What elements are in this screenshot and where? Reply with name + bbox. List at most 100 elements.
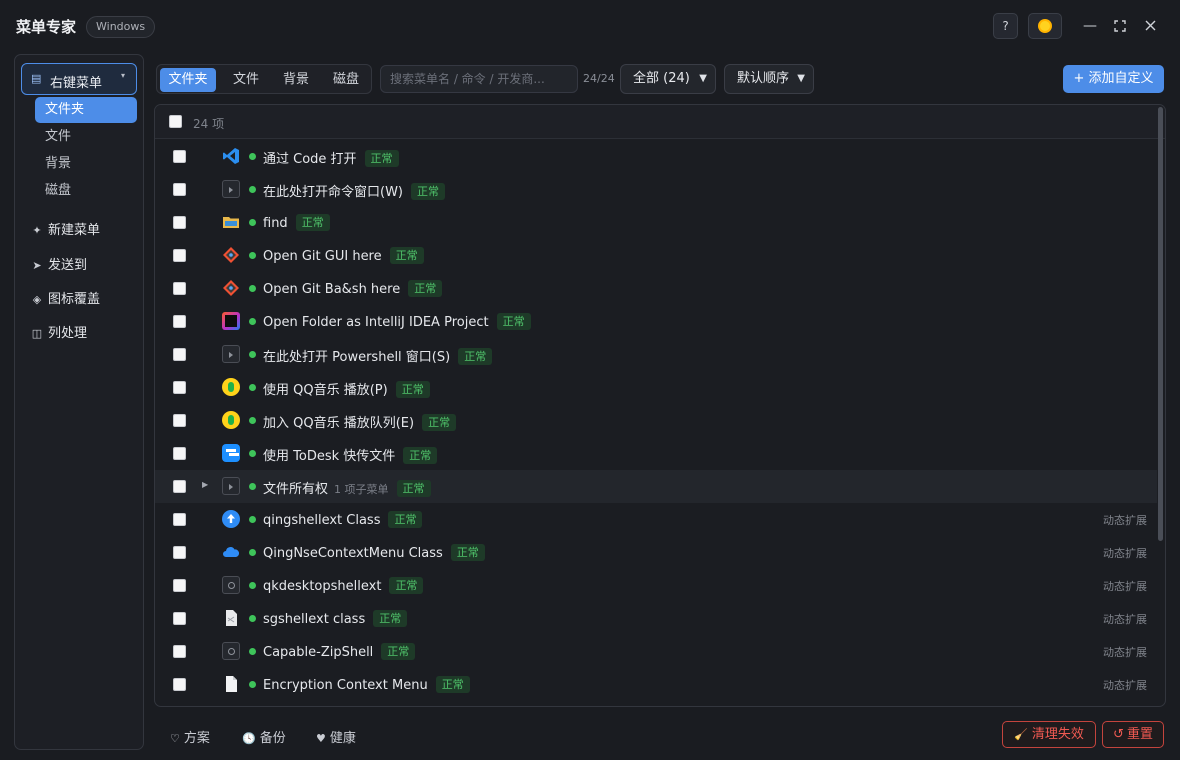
table-row[interactable]: Open Folder as IntelliJ IDEA Project 正常: [155, 305, 1157, 338]
theme-toggle-button[interactable]: [1028, 13, 1062, 39]
maximize-button[interactable]: [1110, 16, 1130, 36]
table-row[interactable]: Open Git GUI here 正常: [155, 239, 1157, 272]
sidebar-item-icon-overlay[interactable]: ◈ 图标覆盖: [31, 288, 100, 308]
row-name: sgshellext class: [263, 612, 366, 627]
status-dot: [249, 186, 256, 193]
filter-select[interactable]: 全部 (24) ▼: [620, 64, 716, 94]
reset-button[interactable]: ↺ 重置: [1102, 721, 1164, 748]
row-checkbox[interactable]: [173, 315, 186, 328]
close-button[interactable]: [1140, 16, 1160, 36]
clean-invalid-button[interactable]: 🧹 清理失效: [1002, 721, 1096, 748]
sidebar-item-send-to[interactable]: ➤ 发送到: [31, 254, 87, 274]
row-checkbox[interactable]: [173, 645, 186, 658]
send-icon: ➤: [32, 259, 42, 272]
menu-list: 24 项 通过 Code 打开 正常 在此处打开命令窗口(W) 正常 find 正常: [154, 104, 1166, 707]
minimize-button[interactable]: —: [1080, 16, 1100, 36]
sort-select[interactable]: 默认顺序 ▼: [724, 64, 814, 94]
intellij-icon: [222, 312, 240, 330]
row-checkbox[interactable]: [173, 612, 186, 625]
sidebar-item-new-menu[interactable]: ✦ 新建菜单: [31, 219, 100, 239]
table-row[interactable]: 使用 ToDesk 快传文件 正常: [155, 437, 1157, 470]
search-input[interactable]: 搜索菜单名 / 命令 / 开发商...: [380, 65, 578, 93]
minimize-icon: —: [1083, 18, 1097, 34]
status-dot: [249, 153, 256, 160]
dynamic-extension-tag: 动态扩展: [1103, 514, 1147, 527]
sidebar-item-label: 右键菜单: [50, 76, 103, 91]
table-row[interactable]: qingshellext Class 正常 动态扩展: [155, 503, 1157, 536]
help-button[interactable]: ?: [993, 13, 1018, 39]
sidebar-sub-disk[interactable]: 磁盘: [35, 178, 137, 204]
row-checkbox[interactable]: [173, 183, 186, 196]
footer-label: 方案: [183, 731, 210, 746]
status-dot: [249, 285, 256, 292]
row-name: Capable-ZipShell: [263, 645, 374, 660]
sidebar: ▤ 右键菜单 ▾ 文件夹 文件 背景 磁盘 ✦ 新建菜单 ➤ 发送到 ◈ 图标覆盖 ◫…: [14, 54, 144, 750]
status-badge: 正常: [408, 280, 443, 297]
row-checkbox[interactable]: [173, 216, 186, 229]
status-badge: 正常: [403, 447, 438, 464]
dynamic-extension-tag: 动态扩展: [1103, 613, 1147, 626]
add-custom-button[interactable]: + 添加自定义: [1063, 65, 1164, 93]
row-checkbox[interactable]: [173, 381, 186, 394]
row-name: qkdesktopshellext: [263, 579, 382, 594]
status-dot: [249, 417, 256, 424]
upload-cloud-icon: [222, 510, 240, 528]
sidebar-item-label: 图标覆盖: [48, 292, 101, 307]
table-row[interactable]: ▶ 文件所有权 1 项子菜单 正常: [155, 470, 1157, 503]
table-row[interactable]: QingNseContextMenu Class 正常 动态扩展: [155, 536, 1157, 569]
table-row[interactable]: Open Git Ba&sh here 正常: [155, 272, 1157, 305]
tab-background[interactable]: 背景: [270, 68, 322, 92]
row-name: 在此处打开命令窗口(W): [263, 185, 403, 200]
row-checkbox[interactable]: [173, 150, 186, 163]
table-row[interactable]: 加入 QQ音乐 播放队列(E) 正常: [155, 404, 1157, 437]
list-scrollbar[interactable]: [1158, 107, 1163, 541]
sidebar-item-label: 新建菜单: [48, 223, 101, 238]
dynamic-extension-tag: 动态扩展: [1103, 547, 1147, 560]
expand-arrow-icon[interactable]: ▶: [202, 480, 208, 489]
row-checkbox[interactable]: [173, 480, 186, 493]
table-row[interactable]: Encryption Context Menu 正常 动态扩展: [155, 668, 1157, 701]
row-checkbox[interactable]: [173, 546, 186, 559]
sidebar-item-columns[interactable]: ◫ 列处理: [31, 322, 87, 342]
table-row[interactable]: find 正常: [155, 206, 1157, 239]
list-icon: ▤: [31, 72, 42, 85]
tab-folder[interactable]: 文件夹: [160, 68, 216, 92]
table-row[interactable]: qkdesktopshellext 正常 动态扩展: [155, 569, 1157, 602]
table-row[interactable]: 使用 QQ音乐 播放(P) 正常: [155, 371, 1157, 404]
row-checkbox[interactable]: [173, 513, 186, 526]
row-checkbox[interactable]: [173, 678, 186, 691]
tab-file[interactable]: 文件: [220, 68, 272, 92]
status-badge: 正常: [450, 544, 485, 561]
sidebar-sub-file[interactable]: 文件: [35, 124, 137, 150]
footer-backup-button[interactable]: 🕓 备份: [242, 727, 286, 746]
footer-health-button[interactable]: ♥ 健康: [316, 727, 356, 746]
sidebar-sub-folder[interactable]: 文件夹: [35, 97, 137, 123]
row-checkbox[interactable]: [173, 414, 186, 427]
sidebar-item-context-menu[interactable]: ▤ 右键菜单 ▾: [21, 63, 137, 95]
folder-icon: [222, 213, 240, 231]
select-all-checkbox[interactable]: [169, 115, 182, 128]
table-row[interactable]: sgshellext class 正常 动态扩展: [155, 602, 1157, 635]
shield-icon: ♡: [170, 732, 180, 745]
sidebar-sub-background[interactable]: 背景: [35, 151, 137, 177]
result-count: 24/24: [583, 72, 615, 85]
table-row[interactable]: 通过 Code 打开 正常: [155, 140, 1157, 173]
tab-disk[interactable]: 磁盘: [320, 68, 372, 92]
status-badge: 正常: [389, 577, 424, 594]
row-checkbox[interactable]: [173, 447, 186, 460]
row-checkbox[interactable]: [173, 249, 186, 262]
row-checkbox[interactable]: [173, 348, 186, 361]
footer-scheme-button[interactable]: ♡ 方案: [170, 727, 210, 746]
row-checkbox[interactable]: [173, 282, 186, 295]
status-badge: 正常: [496, 313, 531, 330]
table-row[interactable]: 在此处打开 Powershell 窗口(S) 正常: [155, 338, 1157, 371]
close-icon: [1145, 20, 1155, 31]
row-name: Open Git Ba&sh here: [263, 282, 401, 297]
table-row[interactable]: 在此处打开命令窗口(W) 正常: [155, 173, 1157, 206]
table-row[interactable]: Capable-ZipShell 正常 动态扩展: [155, 635, 1157, 668]
app-title: 菜单专家: [16, 18, 77, 36]
dynamic-extension-tag: 动态扩展: [1103, 646, 1147, 659]
dynamic-extension-tag: 动态扩展: [1103, 580, 1147, 593]
status-badge: 正常: [411, 183, 445, 200]
row-checkbox[interactable]: [173, 579, 186, 592]
